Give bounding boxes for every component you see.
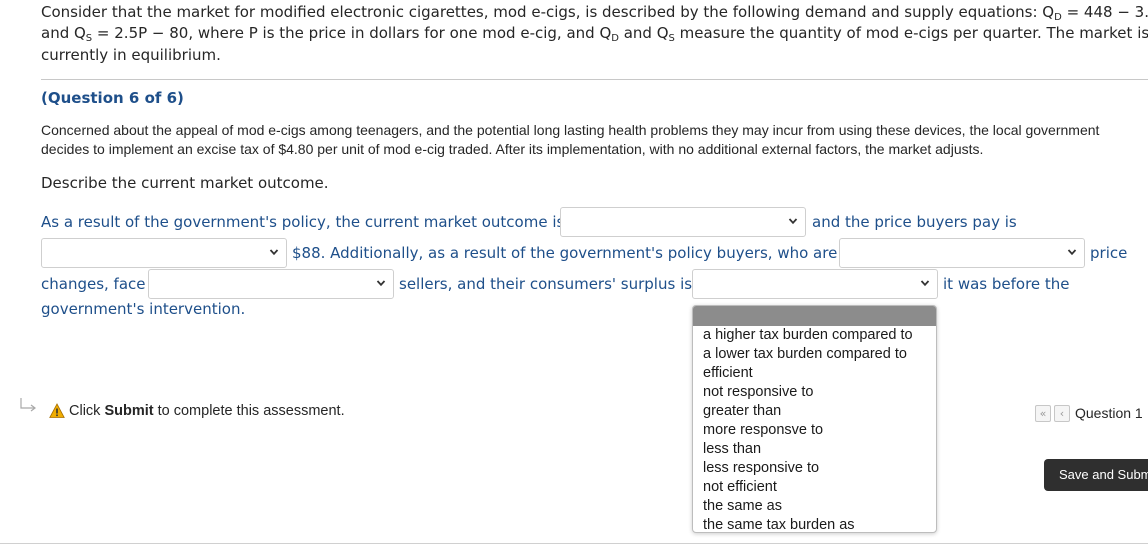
chevron-left-icon: ‹ xyxy=(1059,407,1065,420)
answer-text-6: sellers, and their consumers' surplus is xyxy=(399,275,693,293)
dropdown-option[interactable]: greater than xyxy=(693,402,936,421)
dropdown-option[interactable]: not efficient xyxy=(693,478,936,497)
dropdown-option[interactable]: not responsive to xyxy=(693,383,936,402)
dropdown-option[interactable]: less responsive to xyxy=(693,459,936,478)
dropdown-option[interactable]: a higher tax burden compared to xyxy=(693,326,936,345)
divider xyxy=(41,79,1148,80)
answer-text-4: price xyxy=(1090,244,1128,262)
intro-line-3: currently in equilibrium. xyxy=(41,46,221,64)
answer-text-2: and the price buyers pay is xyxy=(812,213,1017,231)
dropdown-highlighted-option[interactable] xyxy=(693,306,936,326)
chevron-down-icon xyxy=(1067,249,1077,256)
dropdown-option[interactable]: the same as xyxy=(693,497,936,516)
intro-line-1: Consider that the market for modified el… xyxy=(41,3,1148,23)
dropdown-options-list[interactable]: a higher tax burden compared to a lower … xyxy=(692,305,937,533)
warning-icon xyxy=(49,403,65,418)
question-context-line-1: Concerned about the appeal of mod e-cigs… xyxy=(41,122,1100,138)
chevron-down-icon xyxy=(788,218,798,225)
answer-text-1: As a result of the government's policy, … xyxy=(41,213,565,231)
question-context-line-2: decides to implement an excise tax of $4… xyxy=(41,141,984,157)
intro-line-2: and QS = 2.5P − 80, where P is the price… xyxy=(41,24,1148,44)
question-nav-label[interactable]: Question 1 xyxy=(1075,405,1143,421)
answer-text-7: it was before the xyxy=(943,275,1070,293)
return-arrow-icon xyxy=(20,398,36,412)
dropdown-option[interactable]: efficient xyxy=(693,364,936,383)
market-outcome-select[interactable] xyxy=(560,207,806,237)
dropdown-option[interactable]: the same tax burden as xyxy=(693,516,936,532)
save-and-submit-button[interactable]: Save and Submit xyxy=(1044,459,1148,491)
buyer-price-select[interactable] xyxy=(41,238,287,268)
answer-text-5: changes, face xyxy=(41,275,146,293)
chevron-down-icon xyxy=(269,249,279,256)
chevron-down-icon xyxy=(376,280,386,287)
dropdown-option[interactable]: a lower tax burden compared to xyxy=(693,345,936,364)
tax-burden-select[interactable] xyxy=(148,269,394,299)
buyer-responsiveness-select[interactable] xyxy=(839,238,1085,268)
double-chevron-left-icon: « xyxy=(1039,407,1047,420)
answer-text-8: government's intervention. xyxy=(41,300,246,318)
consumer-surplus-select[interactable] xyxy=(692,269,938,299)
previous-question-button[interactable]: ‹ xyxy=(1054,405,1070,422)
dropdown-option[interactable]: more responsve to xyxy=(693,421,936,440)
submit-instruction: Click Submit to complete this assessment… xyxy=(69,403,345,419)
question-header: (Question 6 of 6) xyxy=(41,89,184,107)
answer-text-3: $88. Additionally, as a result of the go… xyxy=(292,244,838,262)
first-question-button[interactable]: « xyxy=(1035,405,1051,422)
dropdown-option[interactable]: less than xyxy=(693,440,936,459)
question-prompt: Describe the current market outcome. xyxy=(41,174,329,192)
chevron-down-icon xyxy=(920,280,930,287)
bottom-divider xyxy=(0,543,1148,544)
